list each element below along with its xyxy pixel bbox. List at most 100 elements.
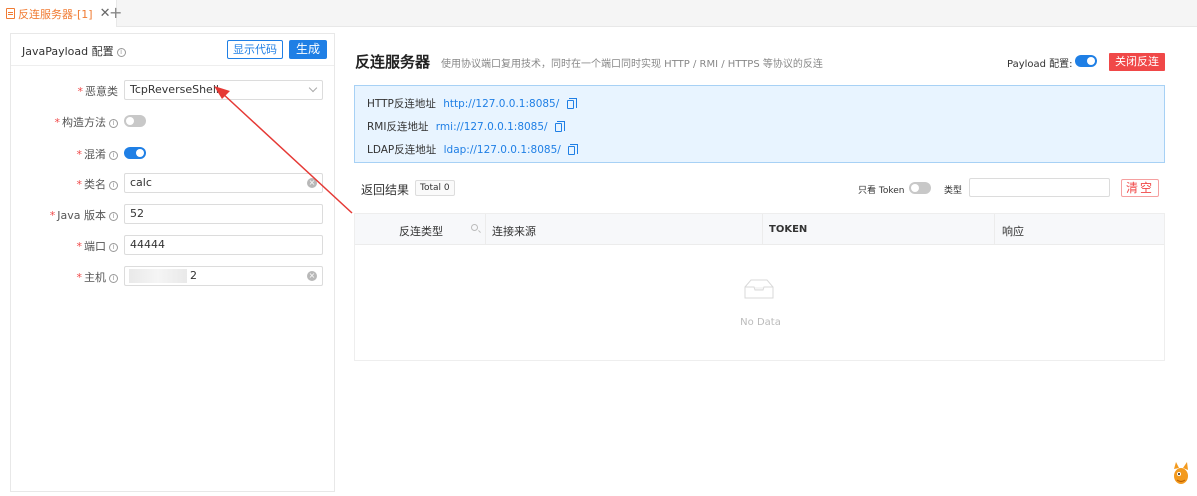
required-mark: * [76,178,83,191]
label-text: 混淆 [84,148,106,161]
host-label: * 主机 i [76,269,118,285]
column-divider [994,214,995,245]
redacted-block [129,269,187,283]
search-icon[interactable] [471,224,478,231]
info-icon: i [116,47,126,57]
malicious-class-value: TcpReverseShell [130,83,219,96]
host-input[interactable]: 2 × [124,266,323,286]
generate-button[interactable]: 生成 [289,40,327,59]
type-filter-label: 类型 [944,186,963,196]
panel-title: JavaPayload 配置 i [22,43,126,59]
column-divider [485,214,486,245]
clear-icon[interactable]: × [307,178,317,188]
document-icon [6,8,15,19]
label-text: 端口 [84,240,106,253]
class-name-row: * 类名 i calc × [11,173,336,193]
chevron-down-icon [308,83,318,93]
java-version-value: 52 [130,207,144,220]
required-mark: * [76,271,83,284]
http-address-link[interactable]: http://127.0.0.1:8085/ [443,98,559,110]
empty-box-icon [744,279,774,299]
constructor-toggle[interactable] [124,115,146,127]
ldap-address-row: LDAP反连地址 ldap://127.0.0.1:8085/ [367,142,579,157]
payload-config-panel: JavaPayload 配置 i 显示代码 生成 * 恶意类 TcpReverseS… [10,33,335,492]
rmi-address-row: RMI反连地址 rmi://127.0.0.1:8085/ [367,119,565,134]
label-text: Java 版本 [57,209,106,222]
obfuscate-label: * 混淆 i [76,146,118,162]
panel-header: JavaPayload 配置 i 显示代码 生成 [11,34,334,66]
copy-icon[interactable] [566,97,577,109]
label-text: 类名 [84,178,106,191]
copy-icon[interactable] [568,143,579,155]
java-version-input[interactable]: 52 [124,204,323,224]
port-value: 44444 [130,238,165,251]
java-version-row: * Java 版本 i 52 [11,204,336,224]
label-text: 主机 [84,271,106,284]
info-icon: i [109,242,118,252]
toggle-knob [1087,57,1095,65]
required-mark: * [77,85,84,98]
column-token[interactable]: TOKEN [769,224,807,235]
table-header: 反连类型 连接来源 TOKEN 响应 [355,214,1164,245]
clear-icon[interactable]: × [307,271,317,281]
toggle-knob [126,117,134,125]
column-reverse-type[interactable]: 反连类型 [399,223,443,239]
type-filter-input[interactable] [969,178,1110,197]
address-box: HTTP反连地址 http://127.0.0.1:8085/ RMI反连地址 … [354,85,1165,163]
results-table: 反连类型 连接来源 TOKEN 响应 No Data [354,213,1165,361]
payload-config-toggle[interactable] [1075,55,1097,67]
required-mark: * [54,116,61,129]
constructor-label: * 构造方法 i [54,114,118,130]
tab-reverse-server[interactable]: 反连服务器-[1] ✕ [0,0,118,27]
host-value: 2 [190,269,197,282]
address-label: LDAP反连地址 [367,144,437,156]
results-label: 返回结果 [361,183,410,197]
ldap-address-link[interactable]: ldap://127.0.0.1:8085/ [444,144,561,156]
class-name-input[interactable]: calc × [124,173,323,193]
label-text: 恶意类 [85,85,118,98]
port-input[interactable]: 44444 [124,235,323,255]
column-source[interactable]: 连接来源 [492,223,536,239]
info-icon: i [109,118,118,128]
label-text: 构造方法 [62,116,106,129]
panel-title-text: JavaPayload 配置 [22,45,114,58]
server-description: 使用协议端口复用技术，同时在一个端口同时实现 HTTP / RMI / HTTP… [441,59,823,70]
required-mark: * [49,209,56,222]
constructor-row: * 构造方法 i [11,111,336,131]
malicious-class-label: * 恶意类 [78,83,119,99]
required-mark: * [76,240,83,253]
clear-button[interactable]: 清空 [1121,179,1159,197]
show-code-button[interactable]: 显示代码 [227,40,283,59]
info-icon: i [109,150,118,160]
port-row: * 端口 i 44444 [11,235,336,255]
toggle-knob [911,184,919,192]
address-label: RMI反连地址 [367,121,429,133]
malicious-class-select[interactable]: TcpReverseShell [124,80,323,100]
toggle-knob [136,149,144,157]
column-response[interactable]: 响应 [1002,223,1024,239]
fox-mascot-icon[interactable] [1170,461,1192,487]
only-token-toggle[interactable] [909,182,931,194]
server-title: 反连服务器 [355,53,431,71]
obfuscate-toggle[interactable] [124,147,146,159]
add-tab-icon[interactable]: + [109,3,122,22]
class-name-value: calc [130,176,152,189]
payload-config-label: Payload 配置: [1007,59,1073,70]
empty-text: No Data [740,317,781,328]
copy-icon[interactable] [554,120,565,132]
http-address-row: HTTP反连地址 http://127.0.0.1:8085/ [367,96,577,111]
tab-bar: 反连服务器-[1] ✕ + [0,0,1197,27]
close-reverse-button[interactable]: 关闭反连 [1109,53,1165,71]
info-icon: i [109,211,118,221]
malicious-class-row: * 恶意类 TcpReverseShell [11,80,336,100]
total-badge: Total 0 [415,180,455,196]
rmi-address-link[interactable]: rmi://127.0.0.1:8085/ [436,121,548,133]
java-version-label: * Java 版本 i [50,207,118,223]
column-divider [762,214,763,245]
port-label: * 端口 i [76,238,118,254]
only-token-label: 只看 Token [858,186,905,196]
address-label: HTTP反连地址 [367,98,436,110]
info-icon: i [109,273,118,283]
tab-label: 反连服务器-[1] [18,7,93,21]
required-mark: * [76,148,83,161]
